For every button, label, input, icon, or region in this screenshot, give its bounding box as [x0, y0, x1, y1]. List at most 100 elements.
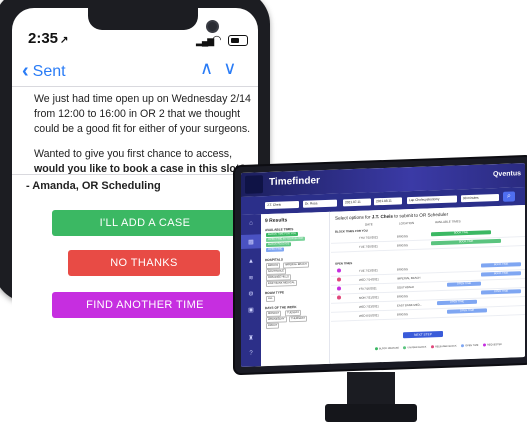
timefinder-app: Timefinder Qventus J.T. Cheis Dr. Rosa 2… [241, 163, 525, 367]
column-header-date[interactable]: DATE [365, 222, 373, 226]
time-bar[interactable]: BOOK TIME [431, 238, 501, 246]
procedure-select[interactable]: Lap Cholecystectomy [407, 195, 457, 205]
chip-room-type[interactable]: ALL [266, 295, 275, 303]
next-step-button[interactable]: NEXT STEP [403, 330, 443, 339]
pdf-icon [337, 295, 341, 300]
signature: - Amanda, OR Scheduling [26, 180, 161, 192]
requested-icon [337, 286, 341, 291]
time-bar[interactable]: OPEN TIME [481, 289, 521, 295]
location-arrow-icon: ↗ [60, 35, 69, 46]
settings-icon[interactable]: ⚙ [247, 290, 255, 298]
row-location: IMPERIAL BEACH [397, 275, 421, 281]
time-bar[interactable]: BOOK TIME [481, 271, 521, 277]
app-logo-icon [245, 175, 263, 194]
filter-panel: 9 Results AVAILABLE TIMES BLOCK TIME FOR… [261, 211, 330, 367]
back-label: Sent [32, 63, 66, 80]
column-header-location[interactable]: LOCATION [399, 221, 414, 226]
prev-message-icon[interactable]: ∧ [200, 58, 223, 78]
time-bar[interactable]: OPEN TIME [447, 308, 487, 314]
section-open-times: OPEN TIMES [335, 261, 353, 266]
find-another-time-button[interactable]: FIND ANOTHER TIME [52, 292, 238, 318]
legend-label: UNUSED BLOCK [407, 345, 427, 350]
divider [12, 86, 258, 87]
add-case-button[interactable]: I'LL ADD A CASE [52, 210, 238, 236]
row-location: BRIGGS [397, 234, 408, 239]
monitor-base [325, 404, 417, 422]
legend-dot [461, 344, 465, 348]
time-bar[interactable]: OPEN TIME [437, 299, 477, 306]
pdf-icon [337, 277, 341, 282]
time-bar[interactable]: OPEN TIME [447, 281, 481, 287]
chip-day[interactable]: FRIDAY [266, 322, 280, 330]
legend-label: REQUESTED [487, 342, 502, 347]
requested-icon [337, 268, 341, 273]
row-location: BRIGGS [397, 312, 408, 317]
battery-icon [228, 35, 248, 46]
phone-screen: 2:35 ↗ ▂▄▆ ◠ ‹ Sent ∧∨ We just had time op… [12, 8, 258, 338]
row-date: MON 7/21/2021 [359, 295, 379, 300]
phone-frame: 2:35 ↗ ▂▄▆ ◠ ‹ Sent ∧∨ We just had time op… [0, 0, 270, 338]
legend-label: RELEASED BLOCK [435, 344, 457, 349]
chevron-left-icon: ‹ [22, 60, 29, 82]
legend-label: OPEN TIME [465, 343, 479, 348]
duration-select[interactable]: 90 minutes [461, 193, 499, 203]
row-date: THU 7/15/2021 [359, 235, 378, 240]
row-location: EAST BANK MED... [397, 302, 422, 308]
status-bar: 2:35 ↗ ▂▄▆ ◠ [12, 30, 258, 50]
chip-open-in-block[interactable]: OPEN TIME IN YOUR BLOCK [266, 236, 306, 243]
time-bar[interactable]: BOOK TIME [481, 262, 521, 268]
legend-dot [483, 343, 487, 347]
wifi-icon: ◠ [212, 34, 222, 46]
help-icon[interactable]: ? [247, 350, 255, 357]
sidebar: ⌂ ▦ ▲ ≋ ⚙ ▣ ♜ ? [241, 214, 261, 367]
chip-hospital[interactable]: IMPERIAL BEACH [283, 261, 309, 269]
row-location: BRIGGS [397, 267, 408, 272]
surgeon-select[interactable]: J.T. Cheis [265, 200, 299, 210]
legend: BLOCK RELEASE UNUSED BLOCK RELEASED BLOC… [371, 343, 502, 351]
calendar-icon[interactable]: ▦ [247, 238, 255, 246]
mail-navbar: ‹ Sent ∧∨ [12, 58, 258, 83]
app-title: Timefinder [269, 175, 320, 188]
results-count: 9 Results [265, 217, 288, 225]
time-bar[interactable]: BOOK TIME [431, 230, 491, 237]
row-date: WED 7/23/2021 [359, 304, 379, 309]
chip-open-time[interactable]: OPEN TIME [266, 247, 285, 253]
flow-icon[interactable]: ≋ [247, 274, 255, 282]
room-type-heading: ROOM TYPE [265, 290, 285, 296]
chart-icon[interactable]: ▲ [247, 258, 255, 265]
next-message-icon[interactable]: ∨ [223, 58, 246, 78]
message-paragraph-1: We just had time open up on Wednesday 2/… [34, 93, 251, 135]
row-date: TUE 7/20/2021 [359, 244, 378, 249]
search-icon[interactable]: ⌕ [503, 191, 515, 202]
home-icon[interactable]: ⌂ [247, 220, 255, 227]
legend-dot [431, 345, 435, 349]
brand-logo: Qventus [492, 170, 521, 179]
hospitals-heading: HOSPITALS [265, 257, 284, 263]
clock: 2:35 ↗ [28, 30, 69, 47]
legend-dot [375, 347, 378, 351]
results-panel: Select options for J.T. Cheis to submit … [331, 205, 525, 364]
row-location: BRIGGS [397, 294, 408, 299]
monitor-frame: Timefinder Qventus J.T. Cheis Dr. Rosa 2… [235, 156, 527, 374]
back-button[interactable]: ‹ Sent [22, 60, 66, 83]
signal-icon: ▂▄▆ [196, 36, 214, 46]
chip-day[interactable]: THURSDAY [289, 315, 308, 323]
row-location: BRIGGS [397, 243, 408, 248]
start-date-field[interactable]: 2021.07.11 [343, 198, 371, 207]
end-date-field[interactable]: 2021.08.11 [374, 197, 402, 206]
phone-notch [88, 8, 198, 30]
monitor-stand [347, 372, 395, 408]
row-date: TUE 7/13/2021 [359, 268, 378, 273]
no-thanks-button[interactable]: NO THANKS [68, 250, 220, 276]
message-paragraph-2: Wanted to give you first chance to acces… [34, 148, 246, 175]
trophy-icon[interactable]: ♜ [247, 334, 255, 342]
chip-hospital[interactable]: EAST BANK MEDICAL [266, 280, 297, 288]
column-header-times[interactable]: AVAILABLE TIMES [435, 219, 461, 224]
message-body: We just had time open up on Wednesday 2/… [34, 92, 254, 187]
row-date: WED 8/10/2021 [359, 313, 379, 318]
row-location: SOUTHDALE [397, 284, 415, 290]
provider-select[interactable]: Dr. Rosa [303, 199, 337, 208]
message-nav: ∧∨ [200, 58, 246, 79]
chip-block-release[interactable]: BLOCK RELEASE [266, 242, 292, 248]
grid-icon[interactable]: ▣ [247, 306, 255, 314]
